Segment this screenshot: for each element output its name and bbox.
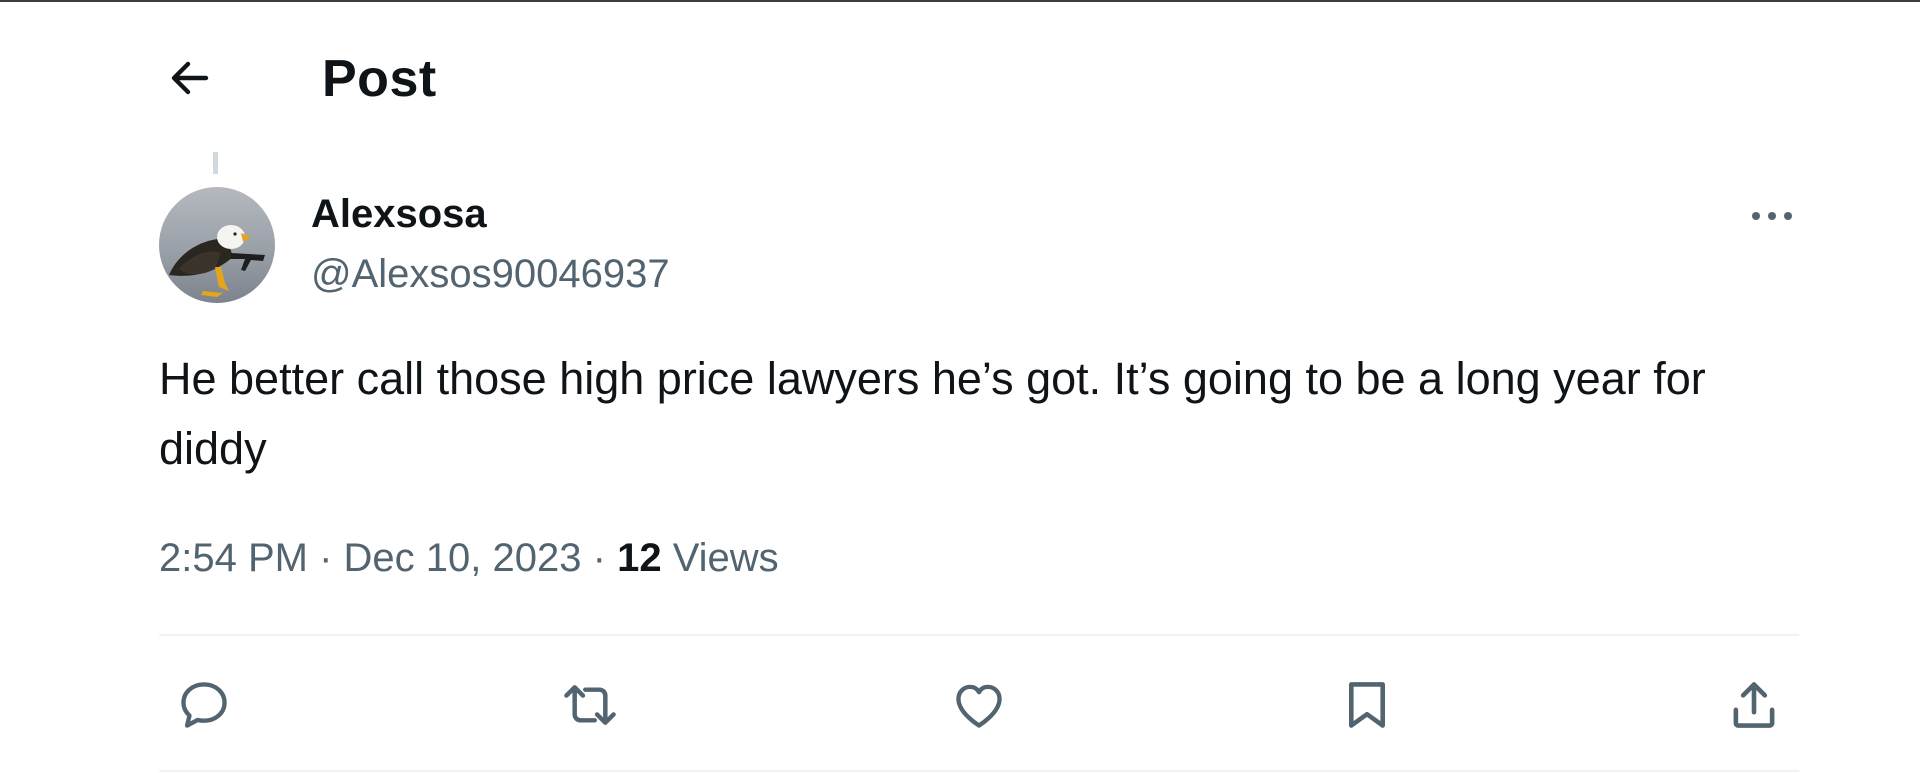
page-title: Post bbox=[322, 50, 437, 108]
share-button[interactable] bbox=[1709, 660, 1799, 750]
divider-top bbox=[159, 634, 1799, 636]
like-heart-icon bbox=[956, 684, 1002, 728]
share-icon bbox=[1733, 682, 1775, 728]
post-header: Post bbox=[0, 2, 1920, 152]
views-count: 12 bbox=[617, 536, 662, 580]
views-label: Views bbox=[672, 536, 779, 580]
post-metadata: 2:54 PM · Dec 10, 2023 · 12 Views bbox=[159, 530, 779, 586]
author-handle[interactable]: @Alexsos90046937 bbox=[311, 248, 670, 300]
avatar[interactable] bbox=[159, 187, 275, 303]
more-horizontal-icon bbox=[1752, 212, 1792, 220]
like-button[interactable] bbox=[934, 660, 1024, 750]
bookmark-icon bbox=[1348, 682, 1386, 728]
bookmark-button[interactable] bbox=[1322, 660, 1412, 750]
back-button[interactable] bbox=[160, 48, 220, 108]
bald-eagle-avatar-image bbox=[169, 225, 265, 297]
repost-button[interactable] bbox=[545, 660, 635, 750]
author-display-name[interactable]: Alexsosa bbox=[311, 188, 487, 240]
post-text: He better call those high price lawyers … bbox=[159, 353, 1706, 474]
reply-icon bbox=[181, 682, 227, 728]
thread-connector-line bbox=[213, 152, 218, 174]
arrow-left-icon bbox=[171, 61, 209, 95]
meta-separator: · bbox=[319, 536, 333, 580]
meta-separator: · bbox=[592, 536, 606, 580]
divider-bottom bbox=[159, 770, 1799, 772]
repost-icon bbox=[564, 685, 616, 725]
post-time[interactable]: 2:54 PM bbox=[159, 536, 308, 580]
reply-button[interactable] bbox=[159, 660, 249, 750]
post-date[interactable]: Dec 10, 2023 bbox=[344, 536, 582, 580]
more-options-button[interactable] bbox=[1740, 196, 1804, 236]
post-actions-bar bbox=[0, 660, 1920, 750]
